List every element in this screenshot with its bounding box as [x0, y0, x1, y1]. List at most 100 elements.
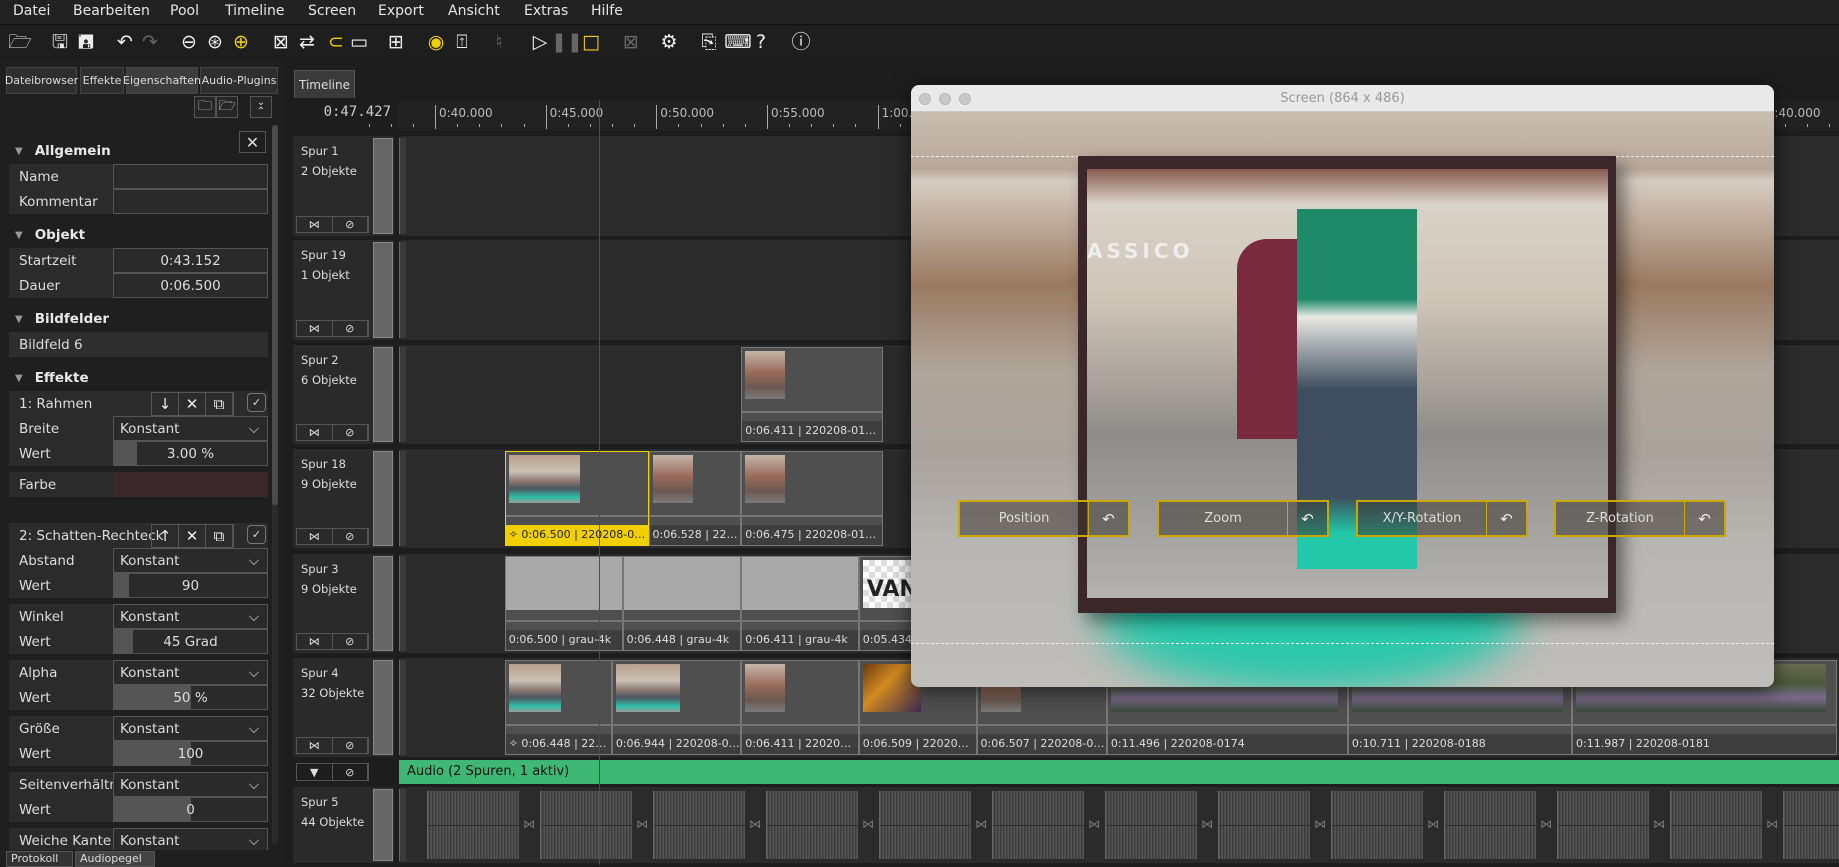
- photo-frame[interactable]: ASSICO: [1078, 156, 1616, 613]
- audio-clip-waveform[interactable]: [1331, 791, 1423, 859]
- audio-clip-waveform[interactable]: [766, 791, 858, 859]
- close-preview-icon[interactable]: ⊠: [618, 29, 644, 55]
- mute-icon[interactable]: ⊘: [333, 217, 368, 232]
- timeline-clip[interactable]: 0:06.448 | grau-4k: [622, 556, 742, 651]
- tab-eigenschaften[interactable]: Eigenschaften: [123, 67, 201, 94]
- bowtie-transition-icon[interactable]: ⋈: [297, 217, 333, 232]
- mute-icon[interactable]: ⊘: [333, 738, 368, 753]
- transform-position-button[interactable]: Position ↶: [958, 500, 1130, 537]
- menu-hilfe[interactable]: Hilfe: [591, 3, 623, 19]
- timeline-clip[interactable]: 0:06.411 | 220208-0165-D-S...: [741, 347, 884, 442]
- duplicate-icon[interactable]: ⧉: [206, 393, 233, 415]
- mode-select[interactable]: Konstant ⌵: [113, 716, 268, 741]
- audio-clip-waveform[interactable]: [1670, 791, 1762, 859]
- color-swatch[interactable]: [113, 472, 268, 497]
- section-effekte[interactable]: ▼ Effekte: [9, 365, 268, 391]
- audio-clip-waveform[interactable]: [1783, 791, 1839, 859]
- section-bildfelder[interactable]: ▼ Bildfelder: [9, 306, 268, 332]
- timeline-clip[interactable]: 0:06.411 | grau-4k: [741, 556, 859, 651]
- reset-icon[interactable]: ↶: [1287, 502, 1327, 535]
- grid-icon[interactable]: ⊞: [383, 29, 409, 55]
- value-slider[interactable]: 100: [113, 741, 268, 766]
- audio-group-bar[interactable]: Audio (2 Spuren, 1 aktiv): [399, 760, 1839, 784]
- mode-select[interactable]: Konstant ⌵: [113, 604, 268, 629]
- value-slider[interactable]: 3.00 %: [113, 441, 268, 466]
- menu-bearbeiten[interactable]: Bearbeiten: [73, 3, 150, 19]
- bowtie-transition-icon[interactable]: ⋈: [297, 634, 333, 649]
- save-as-icon[interactable]: 🖪: [73, 29, 99, 55]
- collapse-icon[interactable]: ▼: [297, 764, 333, 780]
- audio-clip-waveform[interactable]: [879, 791, 971, 859]
- reset-icon[interactable]: ↶: [1088, 502, 1128, 535]
- mode-select[interactable]: Konstant ⌵: [113, 828, 268, 850]
- move-down-icon[interactable]: ↓: [152, 393, 179, 415]
- mode-select[interactable]: Konstant ⌵: [113, 660, 268, 685]
- mode-select[interactable]: Konstant ⌵: [113, 772, 268, 797]
- playhead[interactable]: [599, 100, 601, 865]
- redo-icon[interactable]: ↷: [137, 29, 163, 55]
- audio-scrub-icon[interactable]: ♮: [486, 29, 512, 55]
- ungroup-icon[interactable]: ⊠: [268, 29, 294, 55]
- mute-icon[interactable]: ⊘: [333, 425, 368, 440]
- menu-datei[interactable]: Datei: [13, 3, 50, 19]
- audio-clip-waveform[interactable]: [1444, 791, 1536, 859]
- mute-icon[interactable]: ⊘: [333, 634, 368, 649]
- reset-icon[interactable]: ↶: [1486, 502, 1526, 535]
- property-input[interactable]: 0:06.500: [113, 273, 268, 298]
- move-up-icon[interactable]: ↑: [152, 525, 179, 547]
- preview-eye-icon[interactable]: ◉: [423, 29, 449, 55]
- save-icon[interactable]: 🖫: [47, 29, 73, 55]
- transform-x-y-rotation-button[interactable]: X/Y-Rotation ↶: [1356, 500, 1528, 537]
- info-icon[interactable]: ⓘ: [788, 29, 814, 55]
- collapse-triangle-icon[interactable]: ▼: [15, 314, 23, 325]
- collapse-triangle-icon[interactable]: ▼: [15, 230, 23, 241]
- zoom-out-icon[interactable]: ⊖: [176, 29, 202, 55]
- play-icon[interactable]: ▷: [527, 29, 553, 55]
- tab-audio-plugins[interactable]: Audio-Plugins: [200, 67, 278, 94]
- timeline-clip[interactable]: 0:06.475 | 220208-0164-D-S ...: [741, 451, 884, 546]
- audio-clip-waveform[interactable]: [427, 791, 519, 859]
- swap-icon[interactable]: ⇄: [294, 29, 320, 55]
- transform-z-rotation-button[interactable]: Z-Rotation ↶: [1554, 500, 1726, 537]
- value-slider[interactable]: 45 Grad: [113, 629, 268, 654]
- delete-icon[interactable]: ✕: [179, 393, 206, 415]
- audio-clip-waveform[interactable]: [653, 791, 745, 859]
- audio-clip-waveform[interactable]: [1218, 791, 1310, 859]
- undo-icon[interactable]: ↶: [112, 29, 138, 55]
- timeline-clip[interactable]: 0:06.944 | 220208-0161-: [611, 660, 742, 755]
- mode-select[interactable]: Konstant ⌵: [113, 416, 268, 441]
- zoom-window-button[interactable]: [959, 93, 971, 105]
- comment-icon[interactable]: ⎘: [696, 29, 722, 55]
- new-folder-icon[interactable]: 🗀: [194, 96, 216, 118]
- timeline-clip[interactable]: 0:06.411 | 220208-0163-: [741, 660, 859, 755]
- audio-clip-waveform[interactable]: [1105, 791, 1197, 859]
- delete-icon[interactable]: ✕: [179, 525, 206, 547]
- remove-icon[interactable]: ✕: [239, 131, 266, 153]
- property-input[interactable]: 0:43.152: [113, 248, 268, 273]
- property-input[interactable]: [113, 189, 268, 214]
- mute-icon[interactable]: ⊘: [333, 529, 368, 544]
- value-slider[interactable]: 0: [113, 797, 268, 822]
- value-slider[interactable]: 50 %: [113, 685, 268, 710]
- enabled-checkbox[interactable]: ✓: [247, 525, 266, 544]
- audio-clip-waveform[interactable]: [992, 791, 1084, 859]
- timeline-clip[interactable]: ✧ 0:06.500 | 220208-0162-...: [504, 451, 649, 546]
- zoom-in-icon[interactable]: ⊕: [228, 29, 254, 55]
- audio-clip-waveform[interactable]: [1557, 791, 1649, 859]
- collapse-triangle-icon[interactable]: ▼: [15, 373, 23, 384]
- menu-export[interactable]: Export: [378, 3, 424, 19]
- bowtie-transition-icon[interactable]: ⋈: [297, 425, 333, 440]
- collapse-triangle-icon[interactable]: ▼: [15, 146, 23, 157]
- track-content[interactable]: ⋈⋈⋈⋈⋈⋈⋈⋈⋈⋈⋈⋈⋈: [399, 787, 1839, 863]
- timeline-clip[interactable]: 0:06.528 | 220208-0161-: [648, 451, 742, 546]
- timeline-clip[interactable]: ✧ 0:06.448 | 220208-01: [504, 660, 612, 755]
- bowtie-transition-icon[interactable]: ⋈: [297, 321, 333, 336]
- property-input[interactable]: [113, 164, 268, 189]
- tab-effekte[interactable]: Effekte: [80, 67, 124, 94]
- menu-extras[interactable]: Extras: [524, 3, 568, 19]
- section-allgemein[interactable]: ▼ Allgemein: [9, 138, 268, 164]
- audio-clip-waveform[interactable]: [540, 791, 632, 859]
- mute-icon[interactable]: ⊘: [333, 764, 368, 780]
- bowtie-transition-icon[interactable]: ⋈: [297, 529, 333, 544]
- menu-pool[interactable]: Pool: [170, 3, 199, 19]
